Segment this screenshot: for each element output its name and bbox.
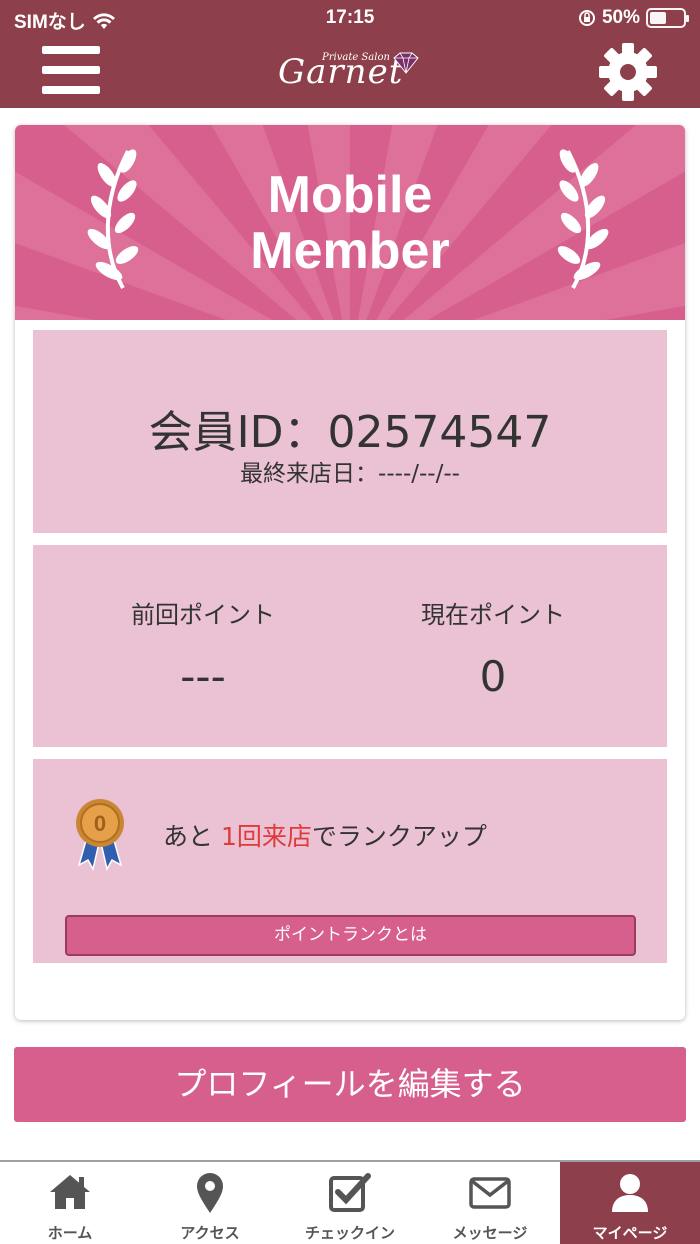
status-bar: SIMなし 17:15 50% (0, 0, 700, 36)
battery-icon (646, 8, 689, 28)
tab-checkin-label: チェックイン (304, 1224, 395, 1242)
previous-points-label: 前回ポイント (131, 601, 275, 629)
user-icon (612, 1174, 648, 1212)
rank-text-before: あと (163, 822, 221, 851)
rank-panel: 0 あと 1回来店でランクアップ ポイントランクとは (33, 759, 667, 963)
rank-up-message: あと 1回来店でランクアップ (163, 817, 487, 853)
hamburger-menu-icon[interactable] (42, 46, 100, 94)
last-visit-date: 最終来店日：----/--/-- (240, 461, 460, 487)
points-panel: 前回ポイント --- 現在ポイント 0 (33, 545, 667, 747)
menu-bar-middle (42, 66, 100, 74)
member-id-panel: 会員ID：02574547 最終来店日：----/--/-- (33, 330, 667, 533)
tab-access[interactable]: アクセス (140, 1162, 280, 1244)
previous-points: 前回ポイント --- (73, 595, 333, 701)
tab-message-label: メッセージ (452, 1224, 528, 1242)
tab-access-label: アクセス (180, 1224, 240, 1242)
current-points: 現在ポイント 0 (363, 595, 623, 701)
rank-text-after: でランクアップ (311, 822, 487, 851)
mobile-member-banner: Mobile Member (15, 125, 685, 320)
envelope-icon (469, 1177, 511, 1209)
orientation-lock-icon (578, 10, 595, 26)
tab-message[interactable]: メッセージ (420, 1162, 560, 1244)
status-right: 50% (578, 7, 689, 29)
bottom-tab-bar: ホーム アクセス チェックイン メッセージ マイページ (0, 1160, 700, 1244)
tab-home-label: ホーム (47, 1224, 93, 1242)
member-card: Mobile Member 会員ID：02574547 最終来店日：----/-… (15, 125, 685, 1020)
top-bar: SIMなし 17:15 50% Private Salon Garnet (0, 0, 700, 108)
medal-number: 0 (94, 811, 106, 836)
point-rank-info-button[interactable]: ポイントランクとは (65, 915, 636, 956)
edit-profile-button[interactable]: プロフィールを編集する (14, 1047, 686, 1122)
tab-mypage[interactable]: マイページ (560, 1162, 700, 1244)
tab-mypage-label: マイページ (592, 1224, 668, 1242)
home-icon (50, 1175, 90, 1209)
rank-visits-remaining: 1回来店 (220, 822, 312, 851)
checkbox-icon (329, 1173, 371, 1212)
laurel-right-icon (557, 149, 609, 289)
menu-bar-bottom (42, 86, 100, 94)
logo-title: Garnet (278, 52, 404, 92)
salon-logo: Private Salon Garnet (270, 44, 430, 96)
tab-home[interactable]: ホーム (0, 1162, 140, 1244)
gem-icon (393, 52, 419, 74)
tab-checkin[interactable]: チェックイン (280, 1162, 420, 1244)
bronze-medal-icon: 0 (76, 799, 124, 871)
menu-bar-top (42, 46, 100, 54)
current-points-label: 現在ポイント (421, 601, 565, 629)
previous-points-value: --- (180, 652, 226, 701)
gear-icon[interactable] (598, 42, 658, 102)
battery-percent: 50% (601, 7, 640, 28)
member-id: 会員ID：02574547 (148, 407, 552, 458)
map-pin-icon (197, 1173, 223, 1213)
current-points-value: 0 (479, 652, 507, 701)
battery-fill (650, 12, 666, 24)
